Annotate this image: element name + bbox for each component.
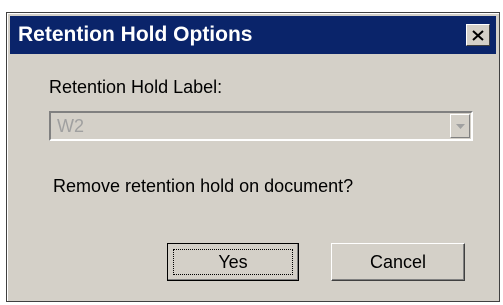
chevron-down-icon	[455, 123, 465, 129]
dialog-title: Retention Hold Options	[18, 23, 253, 46]
title-bar: Retention Hold Options	[10, 16, 496, 54]
retention-hold-combo[interactable]: W2	[49, 111, 473, 141]
cancel-button[interactable]: Cancel	[331, 243, 465, 281]
close-button[interactable]	[466, 24, 490, 46]
focus-rectangle	[173, 249, 293, 275]
close-icon	[472, 29, 484, 41]
confirmation-question: Remove retention hold on document?	[53, 176, 354, 196]
yes-button[interactable]: Yes	[167, 243, 299, 281]
retention-hold-dialog: Retention Hold Options Retention Hold La…	[6, 12, 500, 302]
cancel-button-label: Cancel	[369, 251, 427, 272]
combo-value: W2	[57, 116, 84, 136]
retention-hold-label: Retention Hold Label:	[49, 77, 223, 97]
combo-dropdown-button[interactable]	[450, 114, 470, 138]
